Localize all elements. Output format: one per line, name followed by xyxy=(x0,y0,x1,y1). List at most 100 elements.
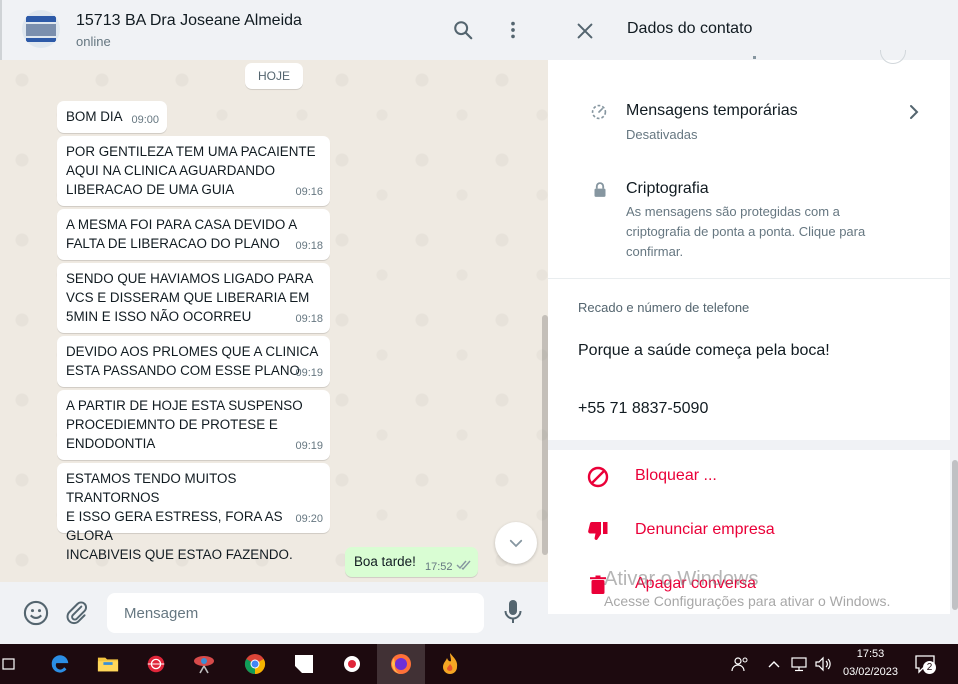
taskbar-app-flame[interactable] xyxy=(426,644,474,684)
message-time: 09:16 xyxy=(295,186,323,198)
message-text: SENDO QUE HAVIAMOS LIGADO PARA VCS E DIS… xyxy=(66,271,314,324)
chat-pane: 15713 BA Dra Joseane Almeida online HOJE… xyxy=(0,0,548,644)
chevron-right-icon[interactable] xyxy=(907,103,921,121)
message-time: 09:00 xyxy=(131,114,159,126)
microphone-icon xyxy=(504,600,522,623)
encryption-item[interactable]: Criptografia xyxy=(626,180,709,198)
composer xyxy=(0,582,548,644)
firefox-icon xyxy=(391,654,411,674)
message-time: 09:18 xyxy=(295,240,323,252)
chevron-up-icon[interactable] xyxy=(767,658,781,670)
close-icon xyxy=(577,23,593,39)
cut-off-toggle xyxy=(880,50,906,64)
temporary-messages-item[interactable]: Mensagens temporárias xyxy=(626,102,798,120)
contact-details-card: Mensagens temporárias Desativadas Cripto… xyxy=(548,50,950,440)
about-section-label: Recado e número de telefone xyxy=(578,300,750,315)
search-icon xyxy=(454,21,473,40)
thumbs-down-icon xyxy=(588,521,608,540)
message-text: ESTAMOS TENDO MUITOS TRANTORNOS E ISSO G… xyxy=(66,471,293,562)
paperclip-icon xyxy=(66,601,87,625)
timer-icon xyxy=(591,104,607,120)
close-button[interactable] xyxy=(574,20,596,42)
message-text: POR GENTILEZA TEM UMA PACAIENTE AQUI NA … xyxy=(66,144,316,197)
chrome-icon xyxy=(244,654,266,675)
windows-activation-subtitle: Acesse Configurações para ativar o Windo… xyxy=(604,593,891,609)
clock-date[interactable]: 03/02/2023 xyxy=(838,666,903,678)
edge-icon xyxy=(51,655,69,673)
taskbar-app-network[interactable] xyxy=(180,644,228,684)
message-text: DEVIDO AOS PRLOMES QUE A CLINICA ESTA PA… xyxy=(66,344,319,378)
folder-icon xyxy=(97,657,119,672)
taskbar-chrome[interactable] xyxy=(231,644,279,684)
cut-off-text xyxy=(753,56,756,59)
emoji-button[interactable] xyxy=(22,599,50,632)
incoming-message[interactable]: A MESMA FOI PARA CASA DEVIDO A FALTA DE … xyxy=(57,209,330,260)
windows-activation-title: Ativar o Windows xyxy=(604,568,759,590)
phone-number[interactable]: +55 71 8837-5090 xyxy=(578,400,708,418)
taskbar: 2 17:53 03/02/2023 xyxy=(0,644,958,684)
message-input[interactable] xyxy=(107,593,484,633)
network-app-icon xyxy=(194,656,214,674)
incoming-message[interactable]: BOM DIA 09:00 xyxy=(57,101,167,133)
panel-scrollbar[interactable] xyxy=(952,460,958,610)
taskbar-app-notes[interactable] xyxy=(280,644,328,684)
emoji-icon xyxy=(23,600,49,626)
message-text: A PARTIR DE HOJE ESTA SUSPENSO PROCEDIEM… xyxy=(66,398,303,451)
task-view-icon xyxy=(2,658,15,670)
menu-button[interactable] xyxy=(499,16,527,44)
panel-title: Dados do contato xyxy=(627,20,753,37)
message-text: Boa tarde! xyxy=(354,554,416,569)
report-label: Denunciar empresa xyxy=(635,521,775,538)
voice-message-button[interactable] xyxy=(502,599,524,630)
taskbar-firefox[interactable] xyxy=(377,644,425,684)
globe-app-icon xyxy=(147,655,165,673)
taskbar-file-explorer[interactable] xyxy=(84,644,132,684)
notification-center-button[interactable]: 2 xyxy=(914,653,936,675)
incoming-message[interactable]: POR GENTILEZA TEM UMA PACAIENTE AQUI NA … xyxy=(57,136,330,206)
block-label: Bloquear ... xyxy=(635,467,717,484)
date-chip: HOJE xyxy=(245,63,304,89)
message-time: 09:19 xyxy=(295,440,323,452)
scroll-to-bottom-button[interactable] xyxy=(495,522,537,564)
clock-time[interactable]: 17:53 xyxy=(843,648,898,660)
about-text: Porque a saúde começa pela boca! xyxy=(578,342,830,359)
task-view-button[interactable] xyxy=(0,644,24,684)
encryption-description: As mensagens são protegidas com a cripto… xyxy=(626,204,866,259)
message-list[interactable]: HOJE BOM DIA 09:00 POR GENTILEZA TEM UMA… xyxy=(2,60,548,582)
network-icon[interactable] xyxy=(790,656,808,672)
temporary-messages-status: Desativadas xyxy=(626,127,698,142)
incoming-message[interactable]: DEVIDO AOS PRLOMES QUE A CLINICA ESTA PA… xyxy=(57,336,330,387)
lock-icon xyxy=(594,182,606,197)
whatsapp-window: 15713 BA Dra Joseane Almeida online HOJE… xyxy=(0,0,958,644)
contact-status: online xyxy=(76,34,111,49)
outgoing-message[interactable]: Boa tarde! 17:52 xyxy=(345,547,478,577)
message-time: 09:20 xyxy=(295,513,323,525)
block-icon xyxy=(587,466,609,488)
contact-info-pane: Dados do contato Mensagens temporárias D… xyxy=(548,0,958,644)
taskbar-edge[interactable] xyxy=(36,644,84,684)
notification-badge: 2 xyxy=(923,661,936,674)
report-button[interactable]: Denunciar empresa xyxy=(548,504,950,558)
search-button[interactable] xyxy=(449,16,477,44)
chat-header[interactable]: 15713 BA Dra Joseane Almeida online xyxy=(0,0,548,60)
read-receipt-icon xyxy=(456,560,471,570)
kebab-menu-icon xyxy=(511,21,515,39)
incoming-message[interactable]: A PARTIR DE HOJE ESTA SUSPENSO PROCEDIEM… xyxy=(57,390,330,460)
taskbar-app-globe[interactable] xyxy=(132,644,180,684)
avatar[interactable] xyxy=(22,10,60,48)
incoming-message[interactable]: ESTAMOS TENDO MUITOS TRANTORNOS E ISSO G… xyxy=(57,463,330,562)
message-time: 17:52 xyxy=(425,561,453,573)
chevron-down-icon xyxy=(509,539,523,548)
volume-icon[interactable] xyxy=(814,656,832,672)
message-text: A MESMA FOI PARA CASA DEVIDO A FALTA DE … xyxy=(66,217,298,251)
contact-name[interactable]: 15713 BA Dra Joseane Almeida xyxy=(76,12,302,30)
attach-button[interactable] xyxy=(64,599,90,630)
incoming-message[interactable]: SENDO QUE HAVIAMOS LIGADO PARA VCS E DIS… xyxy=(57,263,330,333)
divider xyxy=(548,278,950,279)
block-button[interactable]: Bloquear ... xyxy=(548,450,950,504)
taskbar-app-record[interactable] xyxy=(328,644,376,684)
people-icon[interactable] xyxy=(731,656,749,672)
message-time: 09:19 xyxy=(295,367,323,379)
record-icon xyxy=(344,656,360,672)
sticky-note-icon xyxy=(295,655,313,673)
